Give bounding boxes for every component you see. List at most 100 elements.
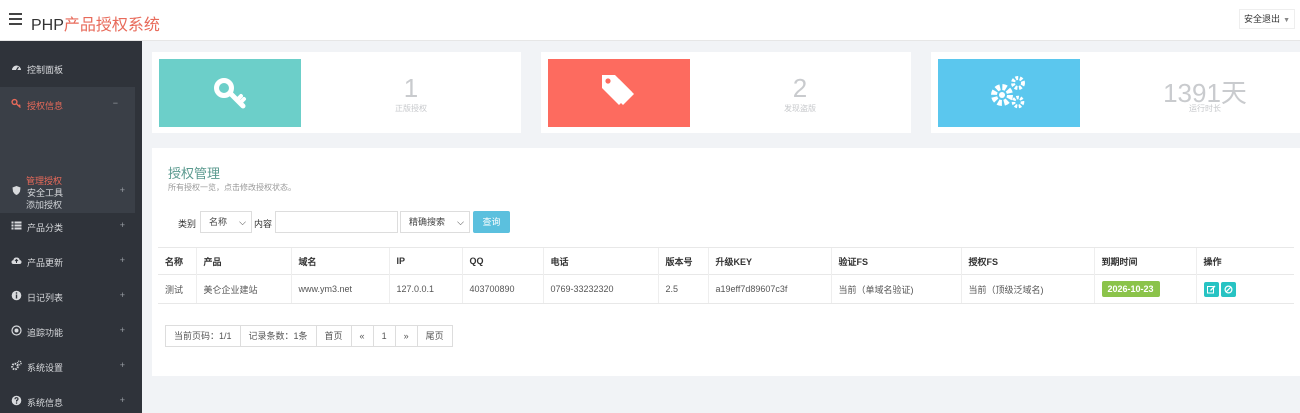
page-link-1[interactable]: 1 — [372, 326, 395, 346]
cell-verify-fs: 当前（单域名验证) — [830, 274, 961, 304]
dashboard-icon — [11, 62, 22, 73]
stat-card-uptime: 1391天 运行时长 — [931, 52, 1300, 133]
last-page-link[interactable]: 尾页 — [416, 326, 452, 346]
stat-tile — [938, 59, 1080, 127]
sidebar-item-system-info[interactable]: 系统信息 + — [0, 389, 142, 413]
chevron-down-icon: ⌵ — [239, 217, 246, 227]
cell-domain: www.ym3.net — [290, 274, 389, 304]
sidebar-item-label: 产品更新 — [27, 258, 64, 268]
brand-prefix: PHP — [31, 17, 64, 34]
cell-name: 测试 — [158, 274, 196, 304]
column-header: 电话 — [542, 247, 658, 275]
expand-icon: + — [119, 255, 125, 265]
collapse-icon: − — [112, 98, 118, 108]
target-icon — [11, 325, 22, 336]
chevron-down-icon: ▼ — [1283, 17, 1290, 24]
sidebar-item-label: 控制面板 — [27, 65, 64, 75]
stat-tile — [159, 59, 301, 127]
table-header-row: 名称 产品 域名 IP QQ 电话 版本号 升级KEY 验证FS 授权FS 到期… — [158, 247, 1294, 275]
edit-button[interactable] — [1203, 281, 1219, 297]
expand-icon: + — [119, 290, 125, 300]
sidebar: 控制面板 授权信息 − 管理授权 添加授权 安全工具 + 产品分类 + 产品更新… — [0, 41, 142, 413]
search-mode-value: 精确搜索 — [409, 217, 446, 227]
sidebar-item-dashboard[interactable]: 控制面板 — [0, 56, 142, 80]
cell-actions — [1195, 274, 1294, 304]
sidebar-item-label: 产品分类 — [27, 223, 64, 233]
sidebar-item-label: 追踪功能 — [27, 328, 64, 338]
content-input[interactable] — [275, 211, 398, 233]
hamburger-menu-icon[interactable] — [9, 13, 22, 25]
stat-card-licenses: 1 正版授权 — [152, 52, 521, 133]
next-page-link[interactable]: » — [394, 326, 417, 346]
gears-icon — [991, 76, 1025, 109]
column-header: 版本号 — [657, 247, 708, 275]
column-header: 操作 — [1195, 247, 1294, 275]
table-row: 测试 美仑企业建站 www.ym3.net 127.0.0.1 40370089… — [158, 274, 1294, 304]
stat-card-piracy: 2 发现盗版 — [541, 52, 911, 133]
sidebar-item-label: 系统设置 — [27, 363, 64, 373]
brand-title: PHP产品授权系统 — [31, 11, 160, 35]
column-header: 产品 — [195, 247, 291, 275]
column-header: 域名 — [290, 247, 389, 275]
record-count-text: 记录条数：1条 — [239, 326, 316, 346]
first-page-link[interactable]: 首页 — [315, 326, 351, 346]
cell-product: 美仑企业建站 — [195, 274, 291, 304]
column-header: IP — [388, 247, 462, 275]
key-icon — [214, 78, 246, 109]
stat-caption: 运行时长 — [1189, 104, 1221, 113]
page-title: 授权管理 — [168, 166, 221, 181]
cell-upgrade-key: a19eff7d89607c3f — [707, 274, 831, 304]
sidebar-item-tracking[interactable]: 追踪功能 + — [0, 319, 142, 343]
sidebar-item-product-category[interactable]: 产品分类 + — [0, 214, 142, 238]
disable-button[interactable] — [1220, 281, 1236, 297]
category-label: 类别 — [178, 219, 197, 229]
search-mode-select[interactable]: 精确搜索 ⌵ — [400, 211, 470, 233]
logout-dropdown[interactable]: 安全退出 ▼ — [1239, 9, 1295, 29]
column-header: 名称 — [158, 247, 196, 275]
license-management-panel: 授权管理 所有授权一览，点击修改授权状态。 类别 名称 ⌵ 内容 精确搜索 ⌵ … — [152, 148, 1300, 376]
expand-icon: + — [119, 185, 125, 195]
category-select[interactable]: 名称 ⌵ — [200, 211, 252, 233]
column-header: 升级KEY — [707, 247, 831, 275]
column-header: 到期时间 — [1093, 247, 1196, 275]
question-icon — [11, 395, 22, 406]
expand-icon: + — [119, 395, 125, 405]
expand-icon: + — [119, 220, 125, 230]
logout-label: 安全退出 — [1244, 14, 1281, 24]
sidebar-item-system-settings[interactable]: 系统设置 + — [0, 354, 142, 378]
shield-icon — [11, 185, 22, 196]
current-page-text: 当前页码：1/1 — [174, 331, 232, 341]
cell-auth-fs: 当前（顶级泛域名) — [960, 274, 1094, 304]
key-icon — [11, 98, 22, 109]
column-header: 验证FS — [830, 247, 961, 275]
license-table: 名称 产品 域名 IP QQ 电话 版本号 升级KEY 验证FS 授权FS 到期… — [158, 247, 1294, 304]
cell-qq: 403700890 — [461, 274, 543, 304]
gears-icon — [11, 360, 22, 371]
cell-ip: 127.0.0.1 — [388, 274, 462, 304]
sidebar-item-log-list[interactable]: 日记列表 + — [0, 284, 142, 308]
top-bar: PHP产品授权系统 安全退出 ▼ — [0, 0, 1300, 41]
cell-phone: 0769-33232320 — [542, 274, 658, 304]
category-select-value: 名称 — [209, 217, 228, 227]
sidebar-item-label: 安全工具 — [27, 188, 64, 198]
edit-icon — [1206, 285, 1215, 293]
sidebar-item-security-tools[interactable]: 安全工具 + — [0, 179, 142, 203]
info-icon — [11, 290, 22, 301]
stat-value: 2 — [792, 73, 808, 103]
cell-expiry: 2026-10-23 — [1093, 274, 1196, 304]
pagination: 当前页码：1/1 记录条数：1条 首页 « 1 » 尾页 — [165, 325, 453, 347]
cell-version: 2.5 — [657, 274, 708, 304]
sidebar-item-license-info[interactable]: 授权信息 − — [0, 92, 135, 116]
column-header: 授权FS — [960, 247, 1094, 275]
sidebar-item-label: 授权信息 — [27, 101, 64, 111]
expand-icon: + — [119, 325, 125, 335]
prev-page-link[interactable]: « — [350, 326, 373, 346]
stat-caption: 正版授权 — [395, 104, 427, 113]
sidebar-item-product-update[interactable]: 产品更新 + — [0, 249, 142, 273]
list-icon — [11, 220, 22, 231]
sidebar-item-label: 系统信息 — [27, 398, 64, 408]
stat-tile — [548, 59, 690, 127]
expand-icon: + — [119, 360, 125, 370]
search-button[interactable]: 查询 — [473, 211, 510, 233]
ban-icon — [1223, 284, 1233, 294]
